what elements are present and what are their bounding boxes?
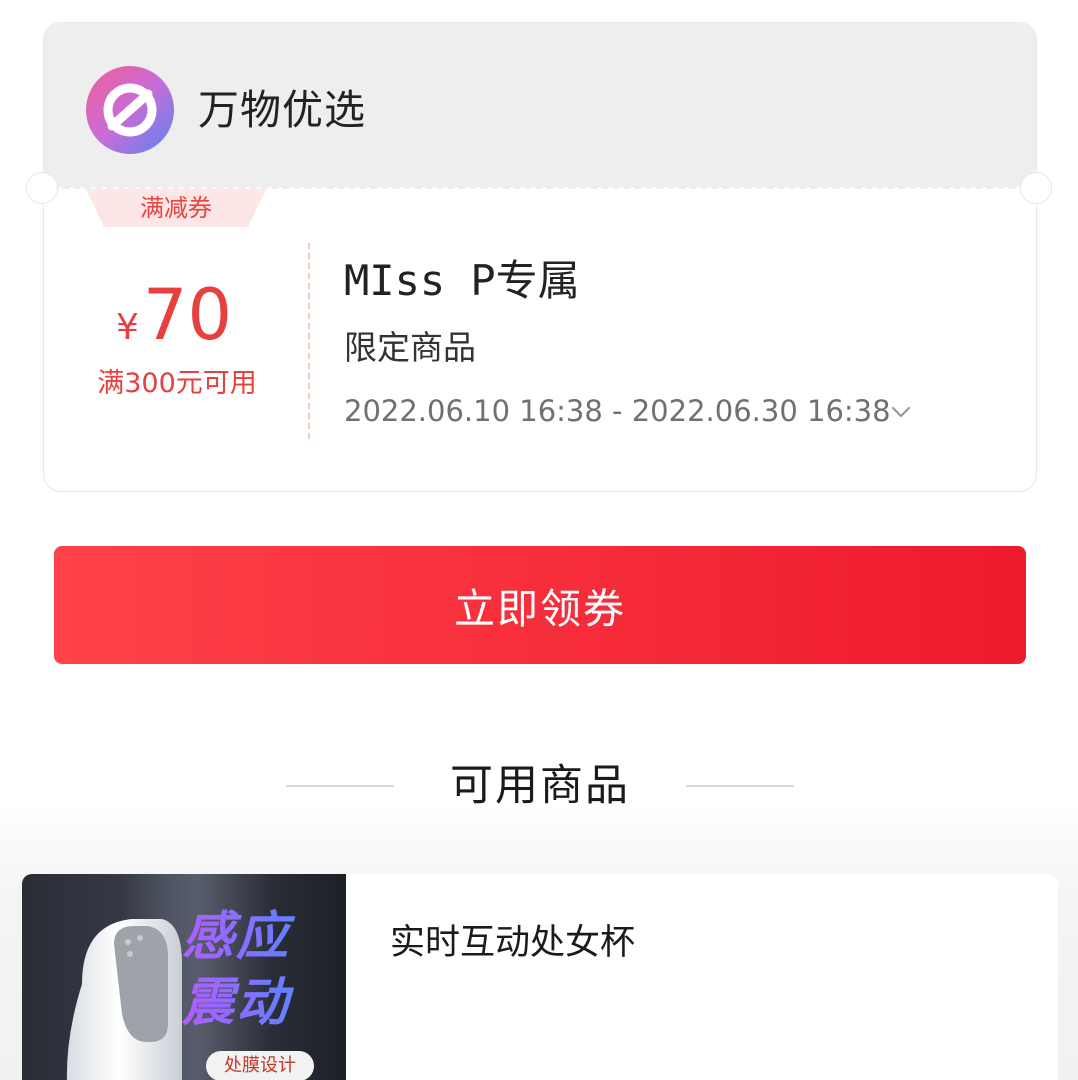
coupon-amount: ¥70 (84, 275, 264, 355)
image-tag: 处膜设计 (206, 1051, 314, 1080)
coupon-title: MIss P专属 (344, 256, 580, 305)
coupon-scope: 限定商品 (344, 328, 476, 367)
coupon-header: 万物优选 (44, 23, 1036, 189)
coupon-condition: 满300元可用 (97, 368, 257, 399)
store-name: 万物优选 (198, 86, 366, 134)
brand-logo-icon (86, 66, 174, 154)
coupon-validity: 2022.06.10 16:38 - 2022.06.30 16:38 (344, 394, 891, 428)
image-headline: 感应震动 (182, 904, 342, 1036)
dashed-divider (308, 243, 310, 439)
coupon-notch-right (1020, 172, 1052, 204)
currency-symbol: ¥ (116, 307, 139, 348)
section-title: 可用商品 (450, 761, 630, 811)
section-divider-right (686, 785, 794, 787)
coupon-card: 万物优选 满减券 ¥70 满300元可用 MIss P专属 限定商品 2022.… (43, 22, 1037, 492)
coupon-notch-left (26, 172, 58, 204)
coupon-type-badge: 满减券 (86, 189, 266, 227)
discount-value: 70 (142, 274, 232, 356)
claim-coupon-button[interactable]: 立即领券 (54, 546, 1026, 664)
section-divider-left (286, 785, 394, 787)
product-name[interactable]: 实时互动处女杯 (390, 918, 635, 968)
product-image[interactable]: 感应震动 处膜设计 (22, 874, 346, 1080)
product-card[interactable]: 感应震动 处膜设计 实时互动处女杯 (22, 874, 1058, 1080)
chevron-down-icon[interactable] (890, 401, 912, 423)
